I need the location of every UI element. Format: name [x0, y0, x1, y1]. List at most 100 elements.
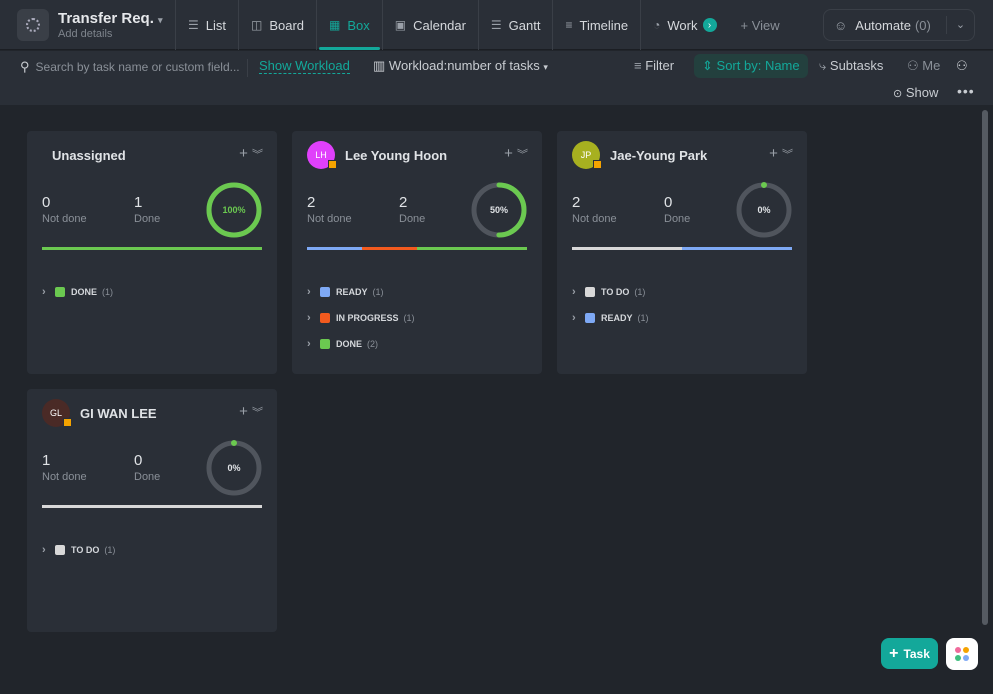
plus-icon: +: [889, 644, 899, 662]
search-input[interactable]: ⚲ Search by task name or custom field...: [20, 59, 240, 75]
assignee-card: Unassigned + ︾ 0 Not done 1 Done 100% › DONE (1): [27, 131, 277, 374]
assignee-card: LH Lee Young Hoon + ︾ 2 Not done 2 Done 50% › RE…: [292, 131, 542, 374]
workload-dropdown[interactable]: ▥ Workload:number of tasks ▾: [373, 58, 548, 74]
chevron-down-icon[interactable]: ⌄: [946, 16, 974, 34]
status-color: [320, 339, 330, 349]
scrollbar[interactable]: [982, 110, 988, 625]
automate-button[interactable]: ☺ Automate (0) ⌄: [823, 9, 975, 41]
card-title: Unassigned: [52, 148, 126, 163]
tab-gantt[interactable]: ☰ Gantt: [477, 0, 553, 50]
add-task-button[interactable]: + Task: [881, 638, 938, 669]
not-done-label: Not done: [572, 213, 617, 225]
plus-icon[interactable]: +: [769, 145, 778, 162]
avatar[interactable]: GL: [42, 399, 72, 427]
tab-board[interactable]: ◫ Board: [238, 0, 316, 50]
status-group[interactable]: › IN PROGRESS (1): [307, 305, 415, 331]
plus-icon[interactable]: +: [239, 145, 248, 162]
status-indicator: [328, 160, 337, 169]
status-count: (1): [102, 287, 114, 297]
percent-label: 100%: [222, 205, 245, 215]
tab-work[interactable]: ◔ Work ›: [640, 0, 728, 50]
status-count: (1): [403, 313, 415, 323]
list-icon: ☰: [188, 18, 199, 32]
plus-icon[interactable]: +: [239, 403, 248, 420]
ring-dot: [231, 440, 237, 446]
tab-label: Timeline: [579, 17, 629, 33]
tab-label: Board: [269, 17, 305, 33]
ring-dot: [761, 182, 767, 188]
chevron-right-icon[interactable]: ›: [702, 18, 717, 32]
caret-down-icon[interactable]: ▾: [158, 15, 163, 25]
task-label: Task: [903, 646, 930, 661]
tab-box[interactable]: ▦ Box: [316, 0, 382, 50]
status-label: READY: [601, 313, 633, 323]
avatar-initials: GL: [49, 408, 62, 418]
tab-calendar[interactable]: ▣ Calendar: [381, 0, 478, 50]
card-title: GI WAN LEE: [80, 406, 157, 421]
filter-label: Filter: [645, 58, 675, 73]
view-tabs: ☰ List ◫ Board ▦ Box ▣ Calendar ☰ Gantt ≡ Timeline ◔…: [175, 0, 792, 50]
tab-list[interactable]: ☰ List: [175, 0, 238, 50]
gantt-icon: ☰: [490, 18, 502, 32]
not-done-label: Not done: [307, 213, 352, 225]
avatar-initials: LH: [315, 150, 327, 160]
status-bar: [572, 247, 792, 250]
workload-icon: ◔: [653, 18, 661, 32]
status-bar-segment: [42, 247, 262, 250]
progress-ring: 0%: [206, 440, 262, 496]
sort-label: Sort by: Name: [716, 58, 800, 73]
avatar-initials: JP: [580, 150, 592, 160]
calendar-icon: ▣: [394, 18, 407, 32]
more-icon[interactable]: •••: [957, 83, 975, 99]
status-count: (2): [367, 339, 379, 349]
project-icon[interactable]: [17, 9, 49, 41]
project-title[interactable]: Transfer Req. ▾: [58, 10, 163, 27]
add-view-button[interactable]: + View: [729, 18, 792, 33]
status-group[interactable]: › READY (1): [572, 305, 649, 331]
tab-timeline[interactable]: ≡ Timeline: [552, 0, 640, 50]
status-bar-segment: [417, 247, 527, 250]
done-label: Done: [664, 213, 691, 225]
avatar[interactable]: LH: [307, 141, 337, 169]
status-group[interactable]: › READY (1): [307, 279, 415, 305]
search-icon: ⚲: [20, 59, 30, 74]
collapse-icon[interactable]: ︾: [517, 149, 528, 161]
status-bar-segment: [572, 247, 682, 250]
status-count: (1): [634, 287, 646, 297]
avatar[interactable]: JP: [572, 141, 602, 169]
me-button[interactable]: ⚇ Me: [907, 58, 940, 74]
show-button[interactable]: ⊙ Show: [893, 85, 938, 100]
chevron-right-icon: ›: [42, 544, 46, 556]
add-details[interactable]: Add details: [58, 28, 112, 40]
top-bar: Transfer Req. ▾ Add details ☰ List ◫ Board ▦…: [0, 0, 993, 50]
status-color: [585, 313, 595, 323]
user-icon: ⚇: [907, 58, 919, 73]
progress-ring: 100%: [206, 182, 262, 238]
status-bar-segment: [42, 505, 262, 508]
title-text: Transfer Req.: [58, 10, 154, 27]
subtasks-button[interactable]: ⤷ Subtasks: [819, 58, 883, 74]
status-group[interactable]: › TO DO (1): [572, 279, 649, 305]
status-group[interactable]: › DONE (2): [307, 331, 415, 357]
status-bar-segment: [307, 247, 362, 250]
apps-button[interactable]: [946, 638, 978, 670]
collapse-icon[interactable]: ︾: [782, 149, 793, 161]
sort-button[interactable]: ⇕ Sort by: Name: [694, 54, 808, 78]
status-group[interactable]: › TO DO (1): [42, 537, 115, 563]
bar-chart-icon: ▥: [373, 58, 386, 73]
search-placeholder: Search by task name or custom field...: [35, 60, 240, 74]
collapse-icon[interactable]: ︾: [252, 149, 263, 161]
chevron-right-icon: ›: [42, 286, 46, 298]
status-color: [585, 287, 595, 297]
plus-icon[interactable]: +: [504, 145, 513, 162]
show-workload-link[interactable]: Show Workload: [259, 58, 350, 74]
filter-button[interactable]: ≡ Filter: [634, 58, 674, 73]
collapse-icon[interactable]: ︾: [252, 407, 263, 419]
progress-ring: 50%: [471, 182, 527, 238]
done-count: 0: [134, 452, 143, 469]
tab-label: List: [205, 17, 226, 33]
assignees-icon[interactable]: ⚇: [956, 58, 968, 74]
status-indicator: [593, 160, 602, 169]
box-icon: ▦: [329, 18, 341, 32]
status-group[interactable]: › DONE (1): [42, 279, 113, 305]
